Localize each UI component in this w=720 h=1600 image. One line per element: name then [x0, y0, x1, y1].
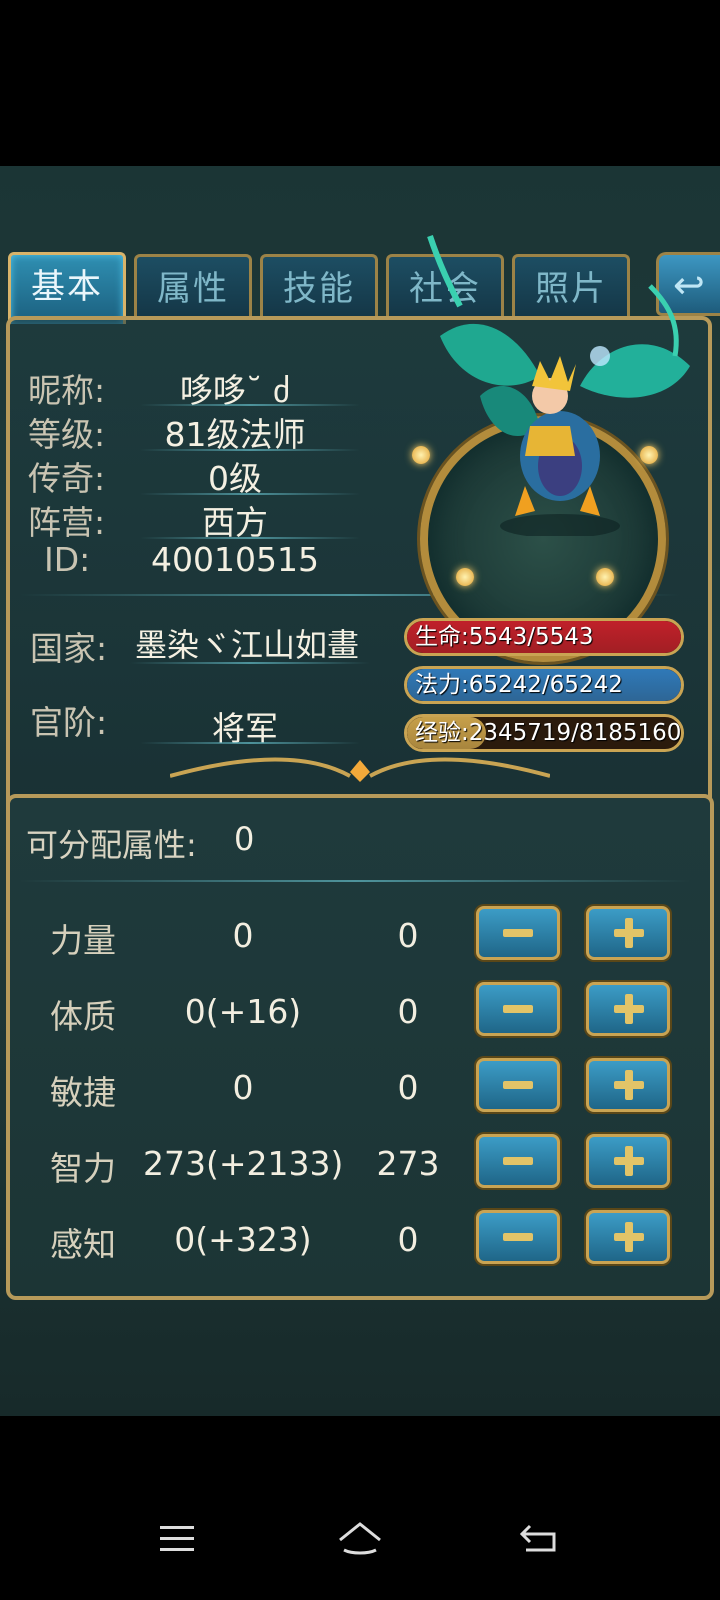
- country-value: 墨染ヾ江山如畫: [134, 626, 359, 664]
- id-value: 40010515: [151, 540, 319, 579]
- tab-skills[interactable]: 技能: [260, 254, 378, 318]
- rank-label: 官阶:: [30, 703, 108, 742]
- attribute-allocated: 0: [397, 992, 419, 1031]
- attribute-allocated: 0: [397, 1068, 419, 1107]
- attribute-value: 0: [232, 1068, 254, 1107]
- constitution-minus-button[interactable]: [476, 982, 560, 1036]
- ring-gem: [596, 568, 614, 586]
- intelligence-plus-button[interactable]: [586, 1134, 670, 1188]
- allocatable-points: 0: [234, 820, 255, 858]
- attribute-panel: 可分配属性: 0 力量 0 0 体质 0(+16) 0 敏捷 0 0 智力 27…: [6, 794, 714, 1300]
- strength-plus-button[interactable]: [586, 906, 670, 960]
- perception-minus-button[interactable]: [476, 1210, 560, 1264]
- agility-minus-button[interactable]: [476, 1058, 560, 1112]
- attribute-value: 0(+323): [174, 1220, 312, 1259]
- agility-plus-button[interactable]: [586, 1058, 670, 1112]
- home-icon[interactable]: [336, 1520, 384, 1556]
- strength-minus-button[interactable]: [476, 906, 560, 960]
- system-nav-bar: [0, 1480, 720, 1600]
- minus-icon: [503, 1233, 533, 1241]
- ring-gem: [456, 568, 474, 586]
- attribute-allocated: 0: [397, 916, 419, 955]
- camp-label: 阵营:: [28, 503, 106, 542]
- attribute-name: 敏捷: [50, 1073, 116, 1112]
- character-mount-avatar: [427, 235, 690, 536]
- tab-basic[interactable]: 基本: [8, 252, 126, 324]
- allocatable-label: 可分配属性:: [26, 826, 197, 864]
- panel-ornament: [170, 757, 550, 782]
- attribute-name: 感知: [50, 1225, 116, 1264]
- intelligence-minus-button[interactable]: [476, 1134, 560, 1188]
- hp-text: 生命:5543/5543: [415, 624, 594, 650]
- country-label: 国家:: [30, 629, 108, 668]
- game-screen: 基本 属性 技能 社会 照片 ↩ 昵称: 哆哆˘ ძ 等级: 81级法师 传奇:…: [0, 166, 720, 1416]
- exp-bar: 经验:2345719/8185160: [404, 714, 684, 752]
- level-label: 等级:: [28, 415, 106, 454]
- attribute-value: 0(+16): [184, 992, 302, 1031]
- attribute-name: 体质: [50, 997, 116, 1036]
- exp-text: 经验:2345719/8185160: [415, 720, 682, 746]
- legend-label: 传奇:: [28, 459, 106, 498]
- back-icon[interactable]: [520, 1522, 560, 1554]
- attribute-value: 273(+2133): [143, 1144, 344, 1183]
- perception-plus-button[interactable]: [586, 1210, 670, 1264]
- mp-bar: 法力:65242/65242: [404, 666, 684, 704]
- constitution-plus-button[interactable]: [586, 982, 670, 1036]
- minus-icon: [503, 1005, 533, 1013]
- nickname-label: 昵称:: [28, 371, 106, 410]
- minus-icon: [503, 1081, 533, 1089]
- attribute-name: 力量: [50, 921, 116, 960]
- hp-bar: 生命:5543/5543: [404, 618, 684, 656]
- attribute-allocated: 273: [376, 1144, 440, 1183]
- menu-icon[interactable]: [160, 1524, 196, 1554]
- tab-attributes[interactable]: 属性: [134, 254, 252, 318]
- minus-icon: [503, 929, 533, 937]
- mp-text: 法力:65242/65242: [415, 672, 623, 698]
- attribute-name: 智力: [50, 1149, 116, 1188]
- id-label: ID:: [44, 540, 91, 579]
- attribute-value: 0: [232, 916, 254, 955]
- attribute-allocated: 0: [397, 1220, 419, 1259]
- minus-icon: [503, 1157, 533, 1165]
